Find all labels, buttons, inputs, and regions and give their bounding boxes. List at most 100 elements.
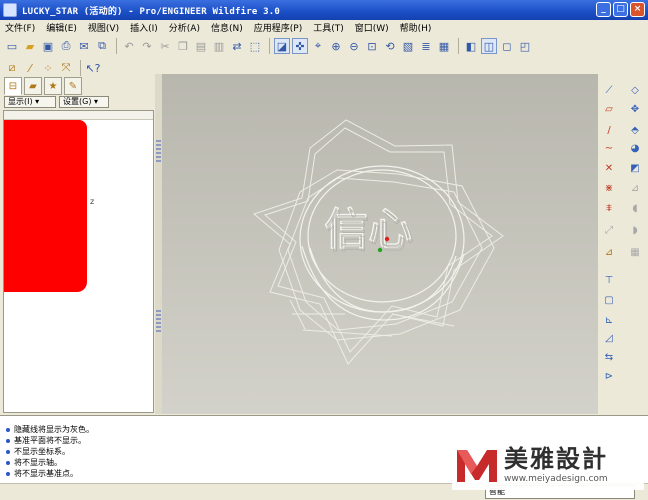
- minimize-button[interactable]: _: [596, 2, 611, 17]
- hidden-line-icon[interactable]: ◫: [481, 38, 497, 54]
- csys-x-marker: [384, 236, 390, 242]
- splitter-grip[interactable]: [156, 310, 161, 332]
- menu-edit[interactable]: 编辑(E): [46, 21, 77, 34]
- spin-center-icon[interactable]: ✜: [292, 38, 308, 54]
- maximize-button[interactable]: □: [613, 2, 628, 17]
- redacted-block: [4, 120, 87, 292]
- insert-feature-icon[interactable]: ⊿: [601, 244, 617, 260]
- datum-curve-icon[interactable]: ✥: [627, 101, 643, 117]
- reorient-icon[interactable]: ⟲: [382, 38, 398, 54]
- embossed-text-shadow: 信心: [326, 207, 414, 258]
- sketch-icon[interactable]: ⟋: [601, 82, 617, 98]
- merge-icon[interactable]: ⊳: [601, 368, 617, 384]
- menu-window[interactable]: 窗口(W): [355, 21, 389, 34]
- context-help-icon[interactable]: ↖?: [85, 60, 101, 76]
- redo-icon[interactable]: ↷: [139, 38, 155, 54]
- zoom-out-icon[interactable]: ⊖: [346, 38, 362, 54]
- message-line: 将不显示轴。: [6, 457, 62, 468]
- csys-icon[interactable]: ⩨: [601, 200, 617, 216]
- menu-analysis[interactable]: 分析(A): [169, 21, 200, 34]
- print-icon[interactable]: ⎙: [58, 38, 74, 54]
- favorites-tab[interactable]: ★: [44, 77, 62, 95]
- copy-link-icon[interactable]: ⧉: [94, 38, 110, 54]
- folder-browser-tab[interactable]: ▰: [24, 77, 42, 95]
- graphics-window[interactable]: 信心 信心: [162, 74, 598, 414]
- settings-dropdown[interactable]: 设置(G) ▾: [59, 96, 109, 108]
- shell-icon[interactable]: ▢: [601, 292, 617, 308]
- menu-bar: 文件(F) 编辑(E) 视图(V) 插入(I) 分析(A) 信息(N) 应用程序…: [0, 20, 648, 35]
- shading-icon[interactable]: ◧: [463, 38, 479, 54]
- chamfer-icon[interactable]: ◗: [627, 222, 643, 238]
- blend-icon[interactable]: ⊿: [627, 180, 643, 196]
- refit-icon[interactable]: ⊡: [364, 38, 380, 54]
- info-bullet-icon: [6, 438, 10, 443]
- navigator-splitter[interactable]: [155, 74, 162, 414]
- sweep-icon[interactable]: ◩: [627, 160, 643, 176]
- show-dropdown[interactable]: 显示(I) ▾: [4, 96, 56, 108]
- menu-applications[interactable]: 应用程序(P): [254, 21, 302, 34]
- cut-icon[interactable]: ✂: [157, 38, 173, 54]
- extrude-icon[interactable]: ⬘: [627, 122, 643, 138]
- menu-view[interactable]: 视图(V): [88, 21, 119, 34]
- round-icon[interactable]: ◖: [627, 200, 643, 216]
- point-set-icon[interactable]: ✕: [601, 160, 617, 176]
- datum-axis-icon[interactable]: ▱: [601, 101, 617, 117]
- menu-info[interactable]: 信息(N): [211, 21, 243, 34]
- info-bullet-icon: [6, 471, 10, 476]
- datum-plane-display-icon[interactable]: ⧄: [4, 60, 20, 76]
- menu-insert[interactable]: 插入(I): [130, 21, 158, 34]
- splitter-grip[interactable]: [156, 140, 161, 162]
- menu-tools[interactable]: 工具(T): [313, 21, 344, 34]
- info-bullet-icon: [6, 427, 10, 432]
- rib-icon[interactable]: ⊾: [601, 312, 617, 328]
- regenerate-icon[interactable]: ⇄: [229, 38, 245, 54]
- no-hidden-icon[interactable]: ◻: [499, 38, 515, 54]
- offset-icon[interactable]: ⋇: [601, 180, 617, 196]
- datum-plane-icon[interactable]: ◇: [627, 82, 643, 98]
- layers-icon[interactable]: ≣: [418, 38, 434, 54]
- model-tree-panel[interactable]: z: [3, 110, 154, 413]
- repaint-icon[interactable]: ◪: [274, 38, 290, 54]
- message-line: 隐藏线将显示为灰色。: [6, 424, 94, 435]
- model-tree-tab[interactable]: ⊟: [4, 77, 22, 95]
- datum-axis-display-icon[interactable]: ⁄: [22, 60, 38, 76]
- point-display-icon[interactable]: ⁘: [40, 60, 56, 76]
- pattern-icon[interactable]: ▦: [627, 244, 643, 260]
- watermark-logo: 美雅設計 www.meiyadesign.com: [452, 440, 644, 490]
- orient-icon[interactable]: ⌖: [310, 38, 326, 54]
- connections-tab[interactable]: ✎: [64, 77, 82, 95]
- menu-help[interactable]: 帮助(H): [400, 21, 432, 34]
- message-line: 不显示坐标系。: [6, 446, 70, 457]
- paste-special-icon[interactable]: ▥: [211, 38, 227, 54]
- edge-line: [302, 329, 393, 337]
- select-box-icon[interactable]: ⬚: [247, 38, 263, 54]
- close-button[interactable]: ×: [630, 2, 645, 17]
- hole-icon[interactable]: ⊤: [601, 272, 617, 288]
- feature-toolbar: ⟋ ◇ ▱ ✥ / ⬘ ∼ ◕ ✕ ◩ ⋇ ⊿ ⩨ ◖ ⤢ ◗ ⊿ ▦ ⊤ ▢ …: [598, 74, 648, 414]
- undo-icon[interactable]: ↶: [121, 38, 137, 54]
- draft-icon[interactable]: ◿: [601, 330, 617, 346]
- paste-icon[interactable]: ▤: [193, 38, 209, 54]
- message-line: 将不显示基准点。: [6, 468, 78, 479]
- view-manager-icon[interactable]: ▦: [436, 38, 452, 54]
- copy-icon[interactable]: ❐: [175, 38, 191, 54]
- main-toolbar: ▭ ▰ ▣ ⎙ ✉ ⧉ ↶ ↷ ✂ ❐ ▤ ▥ ⇄ ⬚ ◪ ✜ ⌖ ⊕ ⊖ ⊡ …: [0, 35, 648, 57]
- open-icon[interactable]: ▰: [22, 38, 38, 54]
- info-bullet-icon: [6, 449, 10, 454]
- watermark-name: 美雅設計: [504, 444, 608, 473]
- tree-column-header: [4, 111, 153, 120]
- analysis-icon[interactable]: ⤢: [601, 222, 617, 238]
- email-icon[interactable]: ✉: [76, 38, 92, 54]
- datum-point-icon[interactable]: /: [601, 122, 617, 138]
- curve-icon[interactable]: ∼: [601, 140, 617, 156]
- new-icon[interactable]: ▭: [4, 38, 20, 54]
- csys-display-icon[interactable]: ⤧: [58, 60, 74, 76]
- wireframe-icon[interactable]: ◰: [517, 38, 533, 54]
- zoom-in-icon[interactable]: ⊕: [328, 38, 344, 54]
- menu-file[interactable]: 文件(F): [5, 21, 35, 34]
- mirror-icon[interactable]: ⇆: [601, 349, 617, 365]
- revolve-icon[interactable]: ◕: [627, 140, 643, 156]
- saved-views-icon[interactable]: ▧: [400, 38, 416, 54]
- toolbar-separator: [116, 38, 117, 54]
- save-icon[interactable]: ▣: [40, 38, 56, 54]
